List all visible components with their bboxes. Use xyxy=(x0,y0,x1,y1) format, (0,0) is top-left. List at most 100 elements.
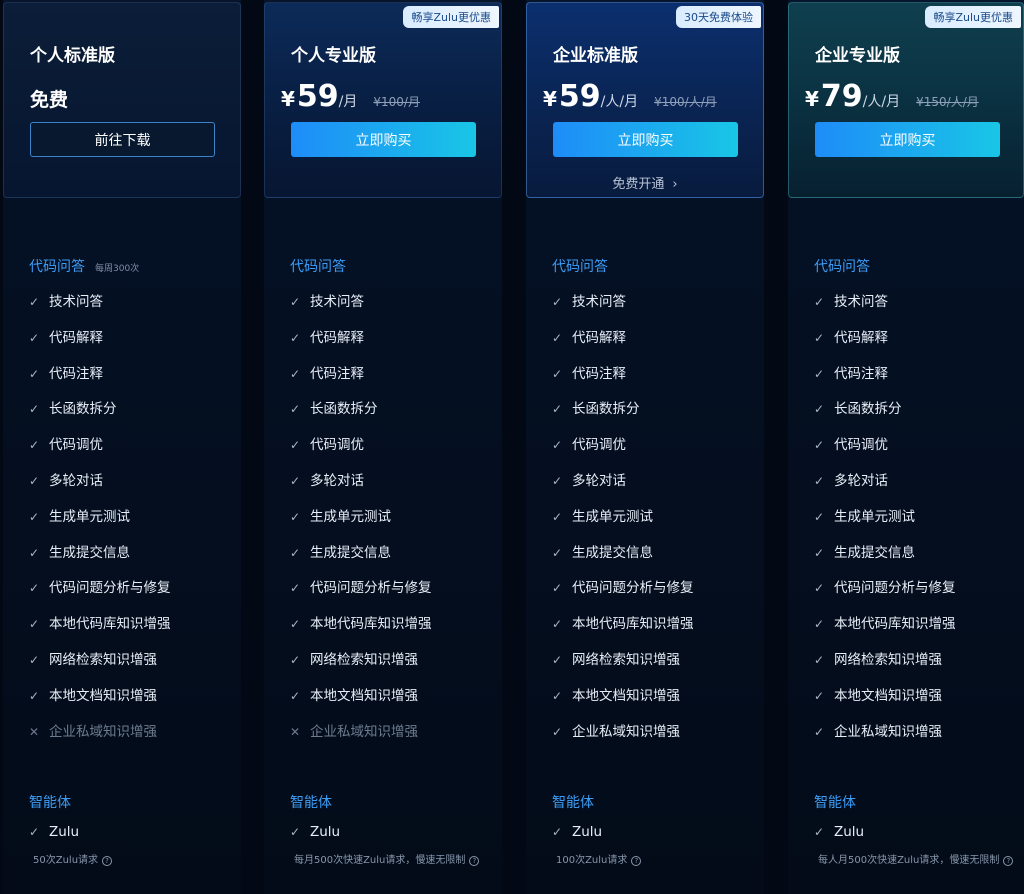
feature-item: ✓ 代码问题分析与修复 xyxy=(552,576,694,596)
check-icon: ✓ xyxy=(552,825,563,839)
plan-price: ¥59/人/月 ¥100/人/月 xyxy=(543,79,717,114)
feature-label: 代码注释 xyxy=(572,365,626,382)
feature-item: ✓ 代码解释 xyxy=(814,326,888,346)
feature-item: ✓ 生成提交信息 xyxy=(290,541,391,561)
buy-now-button[interactable]: 立即购买 xyxy=(291,122,476,157)
plan-card-personal-pro: 畅享Zulu更优惠 个人专业版 ¥59/月 ¥100/月 立即购买 代码问答 ✕ 企… xyxy=(264,0,502,894)
check-icon: ✓ xyxy=(29,474,40,488)
check-icon: ✓ xyxy=(290,402,301,417)
feature-label: 网络检索知识增强 xyxy=(310,652,418,668)
feature-item: ✓ 代码调优 xyxy=(29,433,103,453)
feature-label: 本地代码库知识增强 xyxy=(572,616,694,633)
check-icon: ✓ xyxy=(552,474,563,488)
plan-price-free: 免费 xyxy=(30,89,69,111)
feature-label: 网络检索知识增强 xyxy=(572,652,680,668)
check-icon: ✓ xyxy=(29,653,40,667)
check-icon: ✓ xyxy=(552,330,563,345)
feature-item: ✓ 网络检索知识增强 xyxy=(814,648,942,668)
agent-item: ✓ Zulu xyxy=(290,824,341,840)
price-amount: 79 xyxy=(820,79,863,114)
feature-item: ✓ 代码注释 xyxy=(552,362,626,382)
feature-label: 本地代码库知识增强 xyxy=(310,616,432,633)
feature-label: 本地文档知识增强 xyxy=(310,687,418,704)
feature-label: 代码调优 xyxy=(572,437,626,454)
buy-now-button[interactable]: 立即购买 xyxy=(553,122,738,157)
currency-symbol: ¥ xyxy=(543,87,557,111)
check-icon: ✓ xyxy=(814,474,825,488)
feature-item: ✓ 代码注释 xyxy=(814,362,888,382)
check-icon: ✓ xyxy=(552,402,563,417)
check-icon: ✓ xyxy=(29,581,40,596)
feature-label: 多轮对话 xyxy=(310,473,364,489)
check-icon: ✓ xyxy=(290,825,301,839)
feature-item-disabled: ✕ 企业私域知识增强 xyxy=(290,724,418,740)
feature-label: 代码调优 xyxy=(49,437,103,454)
feature-item: ✓ 生成提交信息 xyxy=(814,541,915,561)
plan-title: 个人标准版 xyxy=(30,46,115,66)
promo-badge: 畅享Zulu更优惠 xyxy=(925,6,1021,28)
feature-item-disabled: ✕ 企业私域知识增强 xyxy=(29,724,157,740)
check-icon: ✓ xyxy=(814,330,825,345)
agent-item: ✓ Zulu xyxy=(29,824,80,840)
check-icon: ✓ xyxy=(814,825,825,839)
question-circle-icon[interactable]: ? xyxy=(1003,856,1014,866)
feature-label: 代码注释 xyxy=(49,365,103,382)
feature-item: ✓ 本地代码库知识增强 xyxy=(290,612,432,632)
feature-label: 网络检索知识增强 xyxy=(49,652,157,668)
check-icon: ✓ xyxy=(29,366,40,381)
feature-item: ✓ 长函数拆分 xyxy=(29,397,117,417)
agent-quota: 50次Zulu请求? xyxy=(33,851,113,866)
feature-item: ✓ 代码调优 xyxy=(552,433,626,453)
feature-label: 技术问答 xyxy=(572,294,626,310)
feature-item: ✓ 生成单元测试 xyxy=(29,505,130,525)
feature-label: 代码调优 xyxy=(834,437,888,454)
promo-badge: 30天免费体验 xyxy=(676,6,761,28)
feature-label: 生成提交信息 xyxy=(49,544,130,561)
feature-label: 长函数拆分 xyxy=(834,401,902,418)
feature-item: ✓ 代码解释 xyxy=(290,326,364,346)
promo-badge: 畅享Zulu更优惠 xyxy=(403,6,499,28)
feature-label: 代码问题分析与修复 xyxy=(310,580,432,597)
feature-item: ✓ 长函数拆分 xyxy=(290,397,378,417)
feature-label: 代码调优 xyxy=(310,437,364,454)
check-icon: ✓ xyxy=(814,438,825,453)
feature-label: 技术问答 xyxy=(49,294,103,310)
feature-item: ✓ 多轮对话 xyxy=(552,469,626,489)
code-qa-section-title: 代码问答 每周300次 xyxy=(29,259,140,275)
question-circle-icon[interactable]: ? xyxy=(102,856,113,866)
free-trial-link[interactable]: 免费开通 › xyxy=(527,173,763,192)
question-circle-icon[interactable]: ? xyxy=(469,856,480,866)
download-button[interactable]: 前往下载 xyxy=(30,122,215,157)
cross-icon: ✕ xyxy=(29,725,40,739)
check-icon: ✓ xyxy=(814,545,825,560)
feature-label: 生成提交信息 xyxy=(834,544,915,561)
question-circle-icon[interactable]: ? xyxy=(631,856,642,866)
feature-item: ✓ 多轮对话 xyxy=(814,469,888,489)
plan-header: 30天免费体验 企业标准版 ¥59/人/月 ¥100/人/月 立即购买 免费开通 › xyxy=(526,2,764,198)
buy-now-button[interactable]: 立即购买 xyxy=(815,122,1000,157)
check-icon: ✓ xyxy=(552,653,563,667)
check-icon: ✓ xyxy=(29,402,40,417)
plan-price: ¥59/月 ¥100/月 xyxy=(281,79,420,114)
check-icon: ✓ xyxy=(552,295,563,309)
check-icon: ✓ xyxy=(29,617,40,632)
feature-item: ✓ 生成单元测试 xyxy=(552,505,653,525)
feature-item: ✓ 代码问题分析与修复 xyxy=(814,576,956,596)
price-unit: /月 xyxy=(338,94,358,110)
feature-item: ✓ 生成单元测试 xyxy=(814,505,915,525)
chevron-right-icon: › xyxy=(672,177,678,192)
feature-label: 本地代码库知识增强 xyxy=(49,616,171,633)
code-qa-section-title: 代码问答 xyxy=(552,259,608,275)
feature-label: 本地文档知识增强 xyxy=(834,687,942,704)
feature-item: ✓ 本地文档知识增强 xyxy=(814,684,942,704)
feature-item: ✓ 代码注释 xyxy=(290,362,364,382)
check-icon: ✓ xyxy=(814,295,825,309)
feature-label: 长函数拆分 xyxy=(49,401,117,418)
feature-label: 长函数拆分 xyxy=(310,401,378,418)
feature-label: 长函数拆分 xyxy=(572,401,640,418)
check-icon: ✓ xyxy=(290,366,301,381)
check-icon: ✓ xyxy=(29,509,40,524)
agent-section-title: 智能体 xyxy=(290,795,332,811)
feature-item: ✓ 代码解释 xyxy=(552,326,626,346)
plan-card-enterprise-standard: 30天免费体验 企业标准版 ¥59/人/月 ¥100/人/月 立即购买 免费开通 ›… xyxy=(526,0,764,894)
